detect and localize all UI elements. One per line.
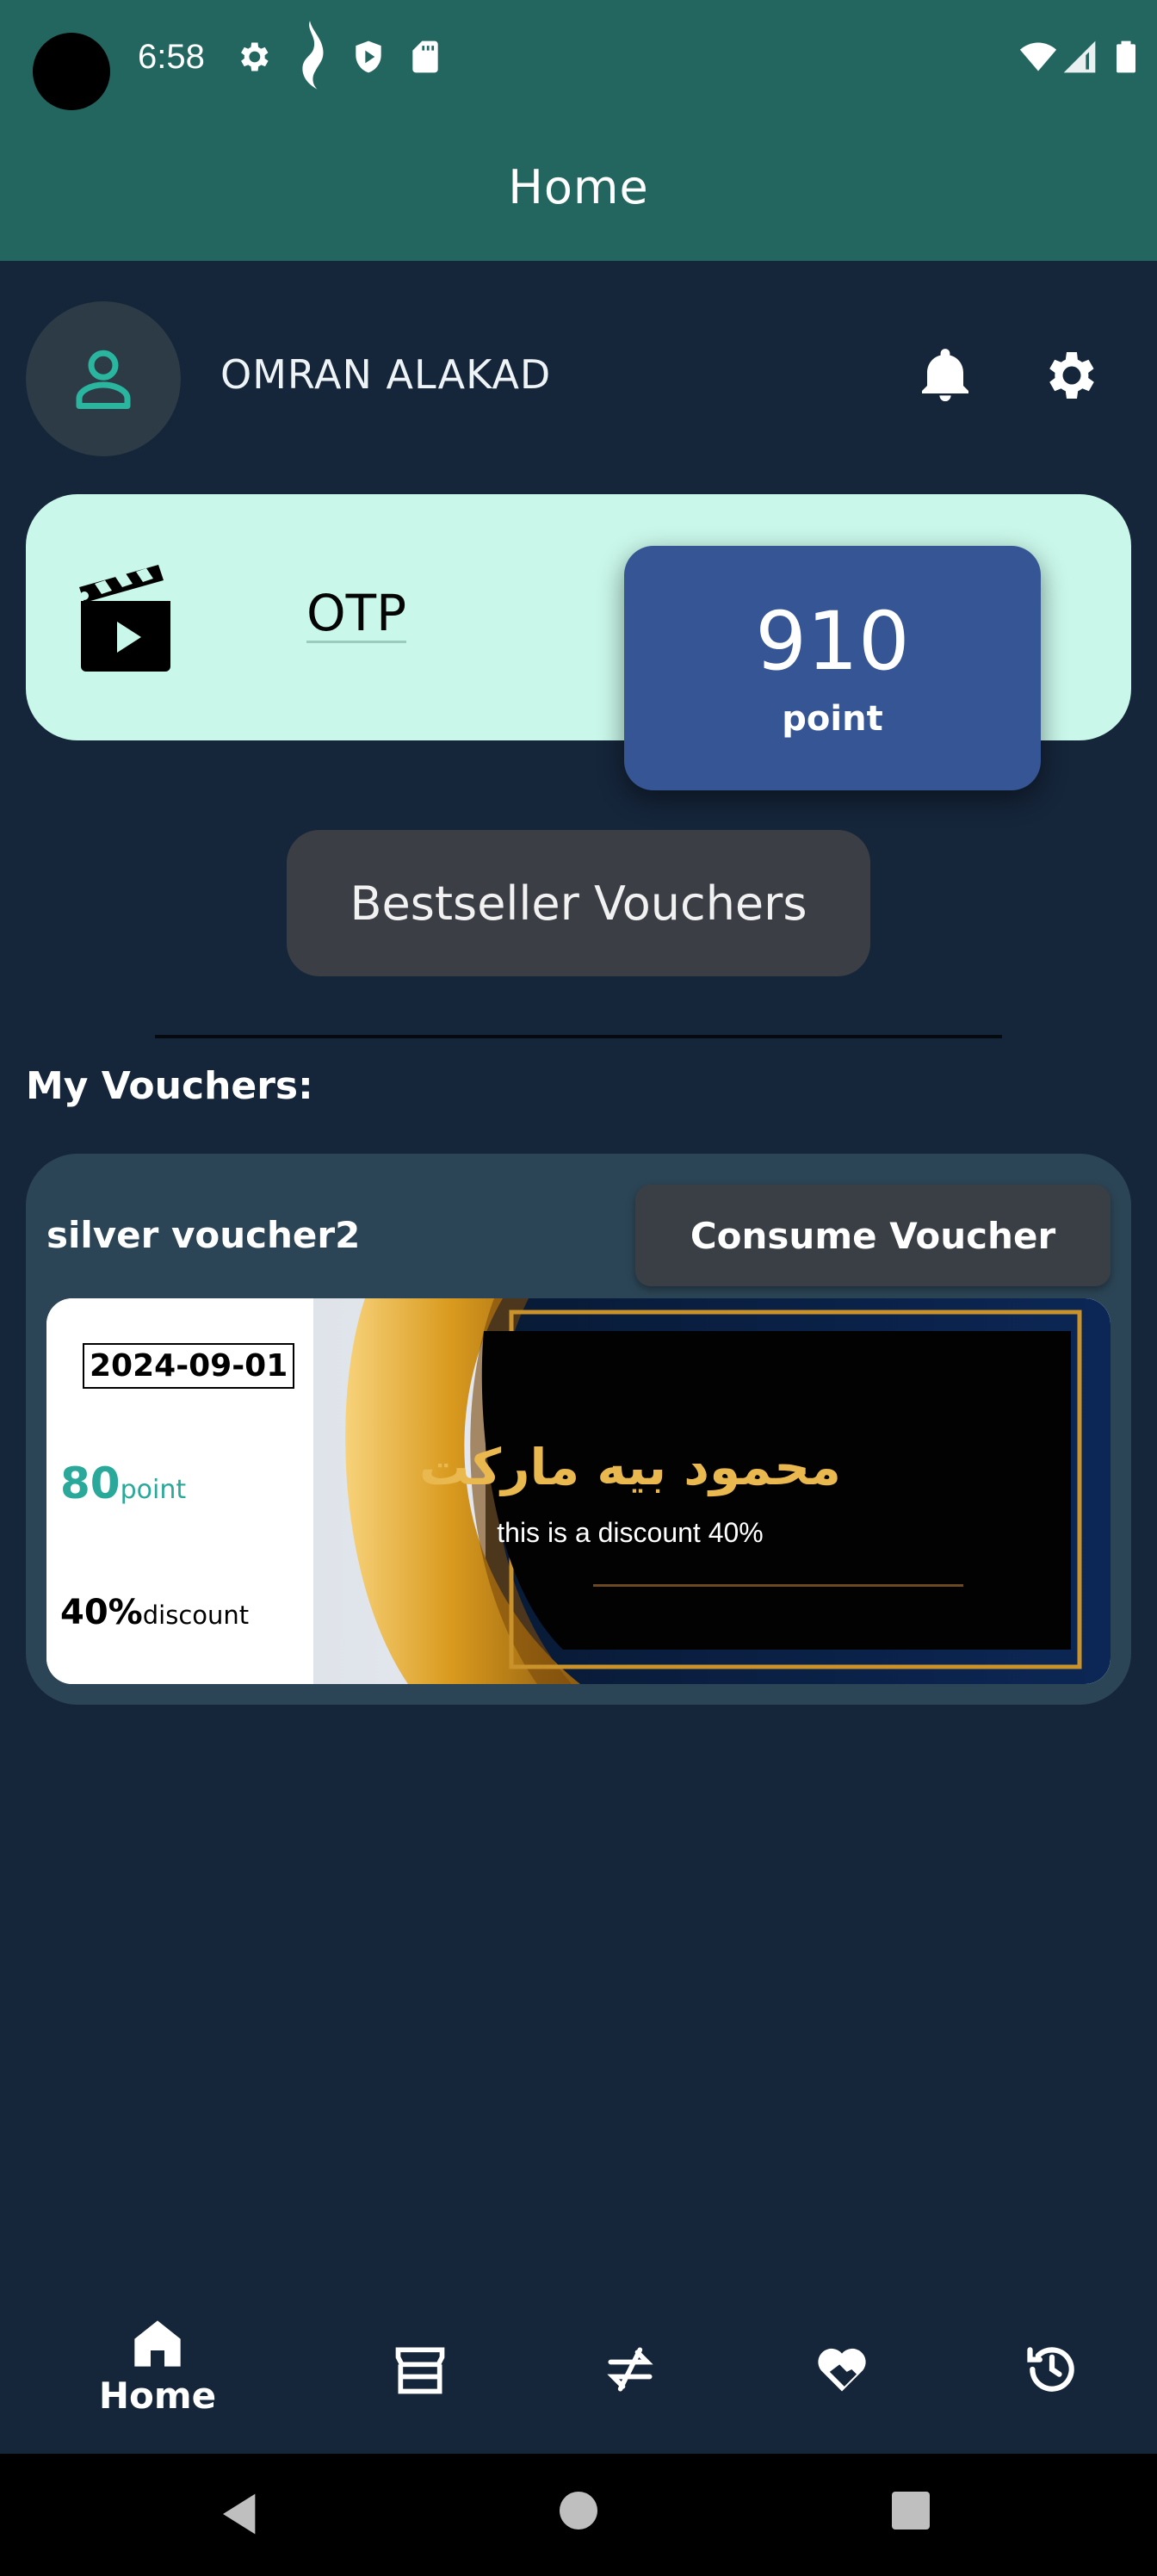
page-title: Home: [508, 160, 649, 214]
home-icon: [134, 2320, 181, 2367]
camera-cutout: [33, 33, 110, 110]
shield-play-status-icon: [356, 40, 381, 73]
bestseller-vouchers-button[interactable]: Bestseller Vouchers: [287, 830, 870, 976]
settings-status-icon: [241, 42, 269, 71]
battery-icon: [1117, 40, 1135, 73]
back-icon[interactable]: [217, 2490, 265, 2538]
sd-card-status-icon: [412, 40, 438, 73]
points-unit: point: [782, 699, 883, 739]
store-name: محمود بيه ماركت: [419, 1438, 841, 1496]
nav-history[interactable]: [983, 2316, 1121, 2437]
avatar[interactable]: [26, 301, 181, 456]
system-navigation-bar: [0, 2454, 1157, 2576]
nav-home[interactable]: Home: [89, 2316, 226, 2437]
section-title: My Vouchers:: [26, 1064, 313, 1108]
status-time: 6:58: [138, 38, 205, 76]
nav-home-label: Home: [98, 2375, 217, 2417]
clapperboard-icon: [79, 565, 170, 672]
nav-store[interactable]: [351, 2316, 489, 2437]
consume-voucher-button[interactable]: Consume Voucher: [635, 1185, 1111, 1286]
notifications-bell-icon[interactable]: [914, 344, 976, 406]
voucher-ticket[interactable]: 2024-09-01 80point 40%discount محمود بيه…: [46, 1298, 1111, 1684]
store-icon: [395, 2347, 445, 2394]
app-bar: 6:58 Home: [0, 0, 1157, 261]
voucher-discount: 40%discount: [60, 1593, 249, 1632]
settings-gear-icon[interactable]: [1038, 344, 1100, 406]
person-icon: [76, 350, 131, 409]
recents-icon[interactable]: [890, 2490, 931, 2531]
heart-handshake-icon: [818, 2348, 866, 2392]
points-value: 910: [755, 595, 910, 689]
voucher-discount-value: 40%: [60, 1593, 143, 1632]
voucher-description: this is a discount 40%: [497, 1517, 764, 1548]
history-icon: [1027, 2347, 1074, 2392]
flame-status-icon: [302, 21, 324, 90]
divider: [155, 1035, 1002, 1038]
voucher-discount-unit: discount: [142, 1601, 250, 1630]
nav-donations[interactable]: [773, 2316, 911, 2437]
voucher-name: silver voucher2: [46, 1214, 361, 1256]
user-name: OMRAN ALAKAD: [220, 351, 552, 398]
nav-transfer[interactable]: [561, 2316, 699, 2437]
balance-label: OTP: [306, 584, 407, 643]
voucher-date: 2024-09-01: [83, 1343, 295, 1389]
cell-signal-icon: [1063, 40, 1096, 73]
home-circle-icon[interactable]: [558, 2490, 599, 2531]
transfer-icon: [607, 2347, 653, 2392]
wifi-icon: [1019, 42, 1057, 71]
points-box: 910 point: [624, 546, 1041, 790]
